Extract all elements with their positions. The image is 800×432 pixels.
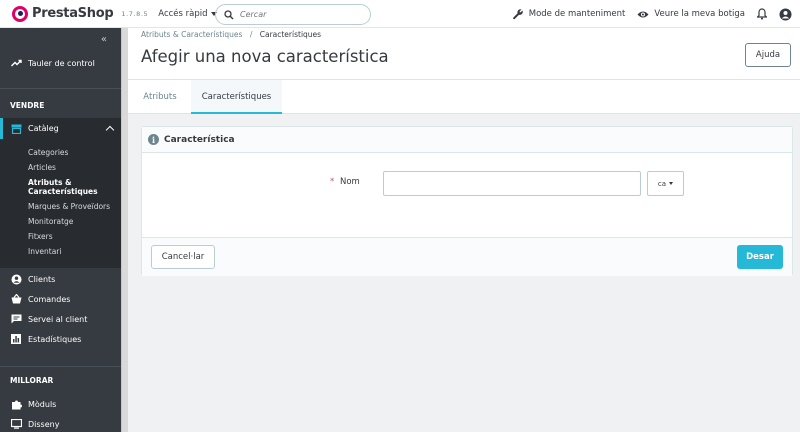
panel-header: i Característica <box>142 127 792 153</box>
section-title-sell: VENDRE <box>10 101 45 110</box>
submenu-item-articles[interactable]: Articles <box>28 163 56 172</box>
account-button[interactable] <box>779 8 792 21</box>
search-input[interactable] <box>240 10 360 19</box>
section-title-improve: MILLORAR <box>10 376 54 385</box>
account-circle-icon <box>10 274 22 285</box>
panel-title: Característica <box>164 134 235 145</box>
basket-icon <box>10 294 22 304</box>
cancel-button[interactable]: Cancel·lar <box>151 245 215 269</box>
sidebar-item-customer-service[interactable]: Servei al client <box>0 312 121 326</box>
required-mark: * <box>330 177 335 187</box>
active-indicator <box>0 118 3 139</box>
store-icon <box>10 124 22 134</box>
search-icon <box>224 9 234 19</box>
breadcrumb-separator: / <box>249 30 253 39</box>
submenu-item-brands[interactable]: Marques & Proveïdors <box>28 202 110 211</box>
sidebar-item-orders[interactable]: Comandes <box>0 292 121 306</box>
save-button[interactable]: Desar <box>737 245 783 269</box>
catalog-submenu: Categories Articles Atributs & Caracterí… <box>0 139 121 268</box>
name-input[interactable] <box>383 171 641 196</box>
bell-icon <box>757 8 767 20</box>
wrench-icon <box>512 9 523 20</box>
submenu-item-attributes-line2[interactable]: Característiques <box>28 187 98 196</box>
divider <box>0 88 121 89</box>
maintenance-label: Mode de manteniment <box>528 9 626 19</box>
sidebar-item-label: Catàleg <box>28 124 59 133</box>
info-icon: i <box>148 134 159 145</box>
view-shop-link[interactable]: Veure la meva botiga <box>637 9 745 19</box>
submenu-item-inventory[interactable]: Inventari <box>28 247 61 256</box>
sidebar-item-label: Mòduls <box>28 399 57 409</box>
submenu-item-attributes-line1[interactable]: Atributs & <box>28 178 72 187</box>
help-button[interactable]: Ajuda <box>745 43 791 67</box>
submenu-item-monitoring[interactable]: Monitoratge <box>28 217 73 226</box>
sidebar-item-dashboard[interactable]: Tauler de control <box>0 56 121 70</box>
tab-attributes[interactable]: Atributs <box>128 80 192 114</box>
sidebar-item-label: Servei al client <box>28 314 88 324</box>
language-value: ca <box>657 179 667 188</box>
bar-chart-icon <box>10 334 22 344</box>
collapse-sidebar-icon[interactable]: « <box>101 34 107 45</box>
submenu-item-files[interactable]: Fitxers <box>28 232 53 241</box>
search-box[interactable] <box>215 4 371 25</box>
brand-name: PrestaShop <box>32 6 114 21</box>
name-label: Nom <box>340 177 360 187</box>
tab-features[interactable]: Característiques <box>191 80 282 114</box>
panel-footer: Cancel·lar Desar <box>142 237 792 276</box>
caret-down-icon <box>669 182 674 185</box>
notifications-button[interactable] <box>757 8 767 20</box>
sidebar-item-label: Estadístiques <box>28 334 82 344</box>
sidebar-item-label: Disseny <box>28 419 60 429</box>
view-shop-label: Veure la meva botiga <box>654 9 745 19</box>
prestashop-logo-icon <box>12 5 28 22</box>
version-label: 1.7.8.5 <box>121 9 149 18</box>
trending-up-icon <box>10 59 22 67</box>
sidebar-item-stats[interactable]: Estadístiques <box>0 332 121 346</box>
maintenance-link[interactable]: Mode de manteniment <box>512 8 626 20</box>
breadcrumb-parent-link[interactable]: Atributs & Característiques <box>141 30 242 39</box>
sidebar-scrollbar[interactable] <box>121 28 128 432</box>
chat-icon <box>10 314 22 324</box>
user-avatar-icon <box>779 8 792 20</box>
page-header: Atributs & Característiques / Caracterís… <box>128 28 800 80</box>
sidebar-item-modules[interactable]: Mòduls <box>0 397 121 411</box>
feature-form-panel: i Característica * Nom ca Cancel·lar Des… <box>141 126 793 276</box>
top-header: PrestaShop 1.7.8.5 Accés ràpid Mode de m… <box>0 0 800 28</box>
quick-access-menu[interactable]: Accés ràpid <box>158 8 217 19</box>
sidebar-item-label: Clients <box>28 274 56 284</box>
page-title: Afegir una nova característica <box>141 47 389 66</box>
desktop-icon <box>10 419 22 429</box>
sidebar-item-design[interactable]: Disseny <box>0 417 121 431</box>
puzzle-icon <box>10 399 22 410</box>
chevron-up-icon <box>105 125 115 135</box>
sidebar-item-catalog[interactable]: Catàleg <box>0 118 121 139</box>
language-dropdown[interactable]: ca <box>647 171 684 196</box>
sidebar-item-clients[interactable]: Clients <box>0 272 121 286</box>
sidebar-item-label: Comandes <box>28 294 71 304</box>
quick-access-label: Accés ràpid <box>158 8 208 19</box>
eye-icon <box>637 11 649 17</box>
sidebar-item-label: Tauler de control <box>28 58 95 68</box>
divider <box>0 366 121 367</box>
sidebar: « Tauler de control VENDRE Catàleg Categ… <box>0 28 121 432</box>
tab-bar: Atributs Característiques <box>128 80 800 114</box>
submenu-item-categories[interactable]: Categories <box>28 148 68 157</box>
breadcrumb: Atributs & Característiques / Caracterís… <box>141 30 321 39</box>
breadcrumb-current: Característiques <box>259 30 322 39</box>
logo[interactable]: PrestaShop 1.7.8.5 <box>12 5 149 22</box>
